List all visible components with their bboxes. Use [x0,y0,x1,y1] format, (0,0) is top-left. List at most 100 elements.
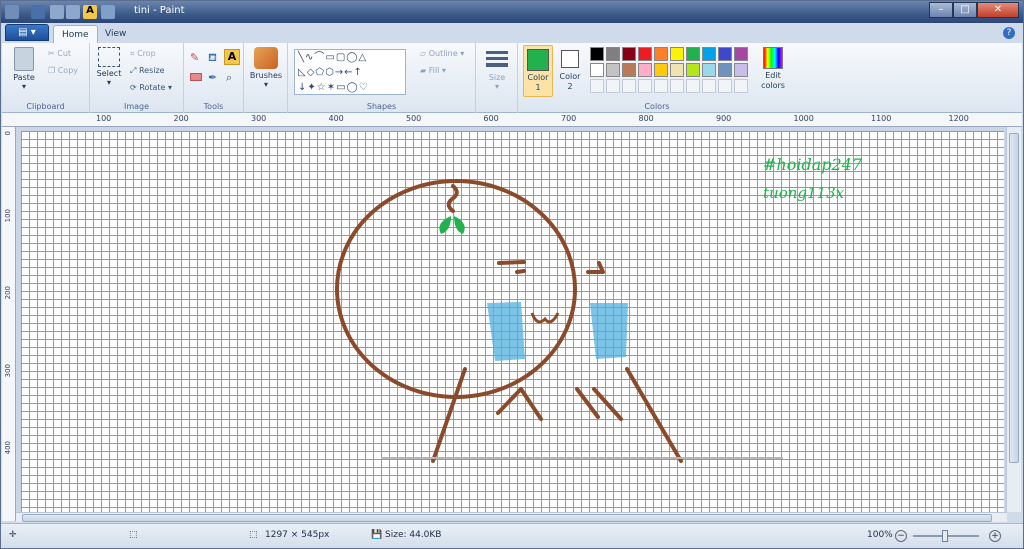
workspace: #hoidap247 tuong113x [16,127,1007,512]
save-icon[interactable] [31,5,45,19]
fill-button[interactable]: ▰ Fill ▾ [420,66,446,75]
palette-swatch[interactable] [606,47,620,61]
cursor-position-icon: ✛ [9,530,17,540]
palette-swatch[interactable] [590,63,604,77]
palette-swatch[interactable] [686,63,700,77]
author-text: tuong113x [763,184,845,202]
palette-swatch[interactable] [734,63,748,77]
custom-color-slot[interactable] [622,79,636,93]
color-picker-icon[interactable]: ✒ [208,71,217,84]
vertical-scroll-thumb[interactable] [1009,133,1019,463]
pencil-icon[interactable]: ✎ [190,51,199,64]
palette-swatch[interactable] [654,47,668,61]
ruler-tick-label: 1200 [948,114,969,123]
text-icon[interactable]: A [224,49,240,65]
outline-button[interactable]: ▱ Outline ▾ [420,49,464,58]
brush-icon [254,47,278,69]
left-eye [497,260,526,274]
custom-color-slot[interactable] [606,79,620,93]
clipboard-group: Paste ▾ ✂ Cut ❐ Copy Clipboard [2,43,90,113]
image-group-label: Image [123,102,150,111]
size-label: Size [488,73,506,82]
horizontal-scrollbar[interactable] [16,512,1007,522]
custom-color-slot[interactable] [638,79,652,93]
fill-icon[interactable]: ⛾ [208,51,217,66]
mouth [530,312,560,324]
paint-window: A tini - Paint – □ ✕ ▤ ▾ Home View ? Pas… [0,0,1024,549]
palette-swatch[interactable] [638,63,652,77]
custom-color-slot[interactable] [702,79,716,93]
rotate-button[interactable]: ⟳ Rotate ▾ [130,83,172,92]
eraser-icon[interactable] [190,73,202,81]
canvas-size-icon: ⬚ [249,530,258,540]
head-outline [335,179,577,399]
tab-home[interactable]: Home [53,25,98,43]
minimize-button[interactable]: – [929,2,953,18]
file-menu-button[interactable]: ▤ ▾ [5,24,49,41]
palette-swatch[interactable] [670,47,684,61]
ruler-tick-label: 700 [561,114,577,123]
palette-swatch[interactable] [654,63,668,77]
help-icon[interactable]: ? [1003,27,1015,39]
file-size: Size: 44.0KB [385,530,442,540]
cut-label: Cut [57,49,72,58]
size-button[interactable]: Size ▾ [482,49,512,91]
palette-swatch[interactable] [734,47,748,61]
horizontal-scroll-thumb[interactable] [22,514,992,522]
selection-size-icon: ⬚ [129,530,138,540]
zoom-level: 100% [867,530,893,540]
leaf [439,216,465,234]
drawing-canvas[interactable]: #hoidap247 tuong113x [21,131,1004,512]
palette-swatch[interactable] [718,47,732,61]
magnifier-icon[interactable]: ⌕ [226,71,232,85]
ruler-tick-label: 100 [96,114,112,123]
shapes-gallery[interactable]: ╲∿⌒▭▢◯△ ◺◇⬠⬡→←↑ ↓✦☆✶▭◯♡ [294,49,406,95]
redo-icon[interactable] [66,5,80,19]
vertical-scrollbar[interactable] [1006,127,1021,512]
right-leg [625,367,683,463]
zoom-out-button[interactable]: − [895,530,907,542]
ruler-tick-label: 300 [4,363,12,377]
edit-colors-button[interactable]: Edit colors [758,45,788,91]
palette-swatch[interactable] [702,47,716,61]
palette-swatch[interactable] [718,63,732,77]
custom-color-slot[interactable] [670,79,684,93]
close-button[interactable]: ✕ [977,2,1019,18]
right-arm [575,387,623,421]
palette-swatch[interactable] [622,63,636,77]
paste-button[interactable]: Paste ▾ [10,47,38,91]
copy-button[interactable]: ❐ Copy [48,66,78,75]
picker-icon[interactable] [101,5,115,19]
palette-swatch[interactable] [622,47,636,61]
custom-color-slot[interactable] [718,79,732,93]
palette-swatch[interactable] [590,47,604,61]
brushes-button[interactable]: Brushes ▾ [248,47,284,89]
shapes-group-label: Shapes [366,102,397,111]
cut-button[interactable]: ✂ Cut [48,49,71,58]
custom-color-slot[interactable] [654,79,668,93]
undo-icon[interactable] [50,5,64,19]
text-tool-icon[interactable]: A [83,5,97,19]
custom-color-slot[interactable] [734,79,748,93]
select-button[interactable]: Select ▾ [94,47,124,87]
custom-color-slot[interactable] [590,79,604,93]
color1-button[interactable]: Color 1 [523,45,553,97]
zoom-in-button[interactable]: + [989,530,1001,542]
custom-color-slot[interactable] [686,79,700,93]
palette-swatch[interactable] [686,47,700,61]
palette-swatch[interactable] [670,63,684,77]
crop-button[interactable]: ⌗ Crop [130,49,156,59]
app-icon[interactable] [5,5,19,19]
left-arm [496,387,543,421]
ribbon-tabs: ▤ ▾ Home View ? [1,23,1023,43]
palette-swatch[interactable] [606,63,620,77]
maximize-button[interactable]: □ [953,2,977,18]
zoom-slider-thumb[interactable] [942,530,948,542]
leaf-left [439,216,451,234]
palette-swatch[interactable] [638,47,652,61]
color2-button[interactable]: Color 2 [556,45,584,92]
palette-swatch[interactable] [702,63,716,77]
tab-view[interactable]: View [97,25,134,43]
copy-label: Copy [57,66,79,75]
resize-button[interactable]: ⤢ Resize [130,66,165,76]
